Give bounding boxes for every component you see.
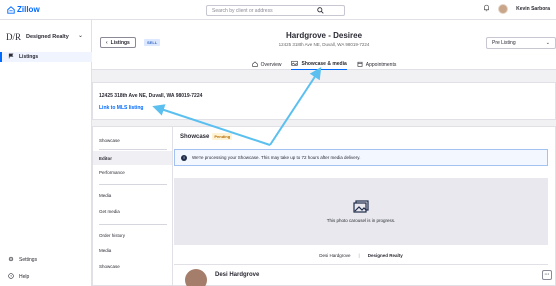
house-icon [251, 61, 258, 69]
subnav-order-media[interactable]: Media [93, 243, 172, 257]
showcase-subnav: Showcase Editor Performance Media Get me… [93, 127, 173, 286]
calendar-icon [357, 61, 363, 69]
image-icon [353, 200, 369, 215]
tab-overview[interactable]: Overview [251, 59, 282, 70]
listing-status-select[interactable]: Pre Listing ⌄ [486, 37, 556, 49]
mls-listing-link[interactable]: Link to MLS listing [99, 105, 143, 111]
divider [174, 264, 548, 265]
logo-text: Zillow [17, 5, 40, 14]
tab-showcase-media[interactable]: Showcase & media [291, 59, 347, 70]
user-area: Kevin Sarbora [483, 4, 550, 14]
chevron-down-icon[interactable]: ⌄ [78, 32, 83, 39]
divider [99, 184, 167, 185]
brand[interactable]: D/R Designed Realty [6, 30, 69, 44]
tab-label: Overview [260, 61, 282, 68]
photo-carousel-placeholder: This photo carousel is in progress. [174, 178, 548, 245]
zillow-logo[interactable]: Zillow [7, 5, 40, 14]
address-card: 12425 318th Ave NE, Duvall, WA 98019-722… [92, 82, 556, 120]
sidebar-item-help[interactable]: ? Help [0, 272, 92, 282]
more-options-button[interactable]: ··· [542, 270, 552, 280]
flag-icon [8, 53, 14, 61]
showcase-card: Showcase Editor Performance Media Get me… [92, 126, 556, 286]
agent-name: Desi Hardgrove [215, 272, 260, 278]
bell-icon[interactable] [483, 4, 490, 14]
search-icon[interactable] [317, 7, 324, 16]
gear-icon [8, 256, 14, 264]
processing-notice: ! We're processing your Showcase. This m… [174, 149, 548, 166]
status-badge: Pending [212, 133, 233, 140]
sidebar-item-listings[interactable]: Listings [0, 52, 92, 62]
separator: | [358, 252, 360, 258]
tab-appointments[interactable]: Appointments [357, 59, 397, 70]
agent-short-name: Desi Hardgrove [319, 252, 351, 258]
brand-name: Designed Realty [26, 34, 69, 40]
agent-summary: Desi Hardgrove | Designed Realty [174, 249, 548, 261]
listing-header: ‹ Listings SELL Hardgrove - Desiree 1242… [92, 20, 556, 70]
help-icon: ? [8, 273, 14, 281]
search-placeholder: Search by client or address [212, 7, 273, 14]
property-address: 12425 318th Ave NE, Duvall, WA 98019-722… [99, 93, 203, 99]
chevron-down-icon: ⌄ [545, 40, 550, 46]
showcase-icon [291, 60, 299, 68]
tab-label: Appointments [365, 61, 397, 68]
sidebar-item-label: Settings [19, 257, 38, 263]
subnav-editor[interactable]: Editor [93, 151, 172, 165]
sidebar: D/R Designed Realty ⌄ Listings [0, 20, 92, 286]
subnav-get-media[interactable]: Get media [93, 204, 172, 218]
info-icon: ! [181, 154, 187, 161]
search-input[interactable]: Search by client or address [206, 5, 345, 16]
divider [99, 224, 167, 225]
svg-text:?: ? [10, 274, 12, 278]
subnav-media-heading: Media [99, 192, 112, 198]
sidebar-item-label: Help [19, 274, 30, 280]
carousel-progress-text: This photo carousel is in progress. [326, 218, 396, 223]
user-avatar[interactable] [498, 4, 509, 14]
sidebar-item-settings[interactable]: Settings [0, 255, 92, 265]
agent-avatar [185, 269, 207, 286]
sidebar-item-label: Listings [19, 54, 39, 60]
showcase-heading: Showcase Pending [180, 133, 233, 140]
tab-label: Showcase & media [301, 61, 347, 67]
top-bar: Zillow Search by client or address Kevin… [0, 0, 556, 20]
subnav-showcase-heading: Showcase [99, 137, 120, 143]
user-name[interactable]: Kevin Sarbora [516, 6, 550, 12]
subnav-order-history-heading: Order history [99, 232, 126, 238]
subnav-performance[interactable]: Performance [93, 165, 172, 179]
processing-message: We're processing your Showcase. This may… [192, 155, 361, 160]
brand-logo: D/R [6, 32, 22, 42]
status-value: Pre Listing [492, 40, 516, 46]
subnav-order-showcase[interactable]: Showcase [93, 259, 172, 273]
showcase-title: Showcase [180, 133, 210, 140]
zillow-home-icon [7, 5, 15, 14]
tab-bar: Overview Showcase & media Appointments [92, 59, 556, 70]
brokerage-name: Designed Realty [367, 252, 403, 258]
divider [99, 149, 167, 150]
